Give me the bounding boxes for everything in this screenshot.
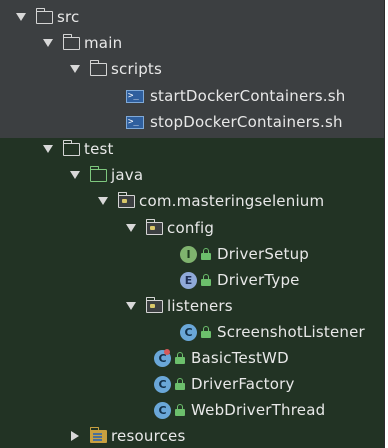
tree-node-driver-type[interactable]: E DriverType (0, 268, 388, 292)
tree-node-label: WebDriverThread (191, 401, 326, 419)
tree-node-src[interactable]: src (0, 5, 388, 29)
expand-arrow-icon[interactable] (126, 223, 136, 233)
lock-icon (175, 404, 185, 416)
resources-folder-icon (89, 426, 107, 443)
test-source-folder-icon (89, 165, 107, 182)
enum-icon: E (180, 271, 197, 289)
expand-arrow-icon[interactable] (43, 38, 53, 48)
collapse-arrow-icon[interactable] (70, 431, 80, 441)
tree-node-label: scripts (111, 60, 163, 78)
folder-icon (35, 7, 53, 24)
tree-node-test[interactable]: test (0, 137, 388, 161)
interface-icon: I (180, 245, 197, 263)
tree-node-config[interactable]: config (0, 216, 388, 240)
tree-node-stop-script[interactable]: >_ stopDockerContainers.sh (0, 110, 388, 134)
test-class-icon: C (154, 348, 171, 367)
tree-node-resources[interactable]: resources (0, 424, 388, 448)
package-icon (145, 218, 163, 235)
folder-icon (62, 33, 80, 50)
tree-node-listeners[interactable]: listeners (0, 294, 388, 318)
tree-node-start-script[interactable]: >_ startDockerContainers.sh (0, 84, 388, 108)
expand-arrow-icon[interactable] (126, 301, 136, 311)
lock-icon (201, 248, 211, 260)
class-icon: C (180, 323, 197, 341)
tree-node-driver-factory[interactable]: C DriverFactory (0, 372, 388, 396)
tree-node-package[interactable]: com.masteringselenium (0, 189, 388, 213)
tree-node-label: config (167, 219, 215, 237)
expand-arrow-icon[interactable] (70, 170, 80, 180)
shell-script-icon: >_ (126, 115, 144, 129)
lock-icon (201, 326, 211, 338)
tree-node-label: test (84, 140, 114, 158)
tree-node-label: startDockerContainers.sh (150, 87, 346, 105)
tree-node-label: main (84, 34, 123, 52)
tree-node-label: stopDockerContainers.sh (150, 113, 343, 131)
tree-node-java[interactable]: java (0, 163, 388, 187)
lock-icon (175, 352, 185, 364)
tree-node-screenshot-listener[interactable]: C ScreenshotListener (0, 320, 388, 344)
tree-node-label: BasicTestWD (191, 349, 289, 367)
tree-node-scripts[interactable]: scripts (0, 57, 388, 81)
shell-script-icon: >_ (126, 89, 144, 103)
package-icon (117, 191, 135, 208)
tree-node-label: DriverSetup (217, 245, 310, 263)
folder-icon (89, 59, 107, 76)
expand-arrow-icon[interactable] (98, 196, 108, 206)
expand-arrow-icon[interactable] (70, 64, 80, 74)
tree-node-label: listeners (167, 297, 233, 315)
tree-node-label: java (111, 166, 144, 184)
tree-node-label: resources (111, 427, 186, 445)
folder-icon (62, 139, 80, 156)
class-icon: C (154, 375, 171, 393)
tree-node-label: DriverFactory (191, 375, 295, 393)
tree-node-label: src (57, 8, 80, 26)
tree-node-driver-setup[interactable]: I DriverSetup (0, 242, 388, 266)
tree-node-webdriver-thread[interactable]: C WebDriverThread (0, 398, 388, 422)
expand-arrow-icon[interactable] (43, 144, 53, 154)
expand-arrow-icon[interactable] (16, 12, 26, 22)
lock-icon (201, 274, 211, 286)
package-icon (145, 296, 163, 313)
tree-node-main[interactable]: main (0, 31, 388, 55)
tree-node-basic-test[interactable]: C BasicTestWD (0, 346, 388, 370)
tree-node-label: com.masteringselenium (139, 192, 325, 210)
tree-node-label: ScreenshotListener (217, 323, 365, 341)
tree-node-label: DriverType (217, 271, 300, 289)
class-icon: C (154, 401, 171, 419)
lock-icon (175, 378, 185, 390)
